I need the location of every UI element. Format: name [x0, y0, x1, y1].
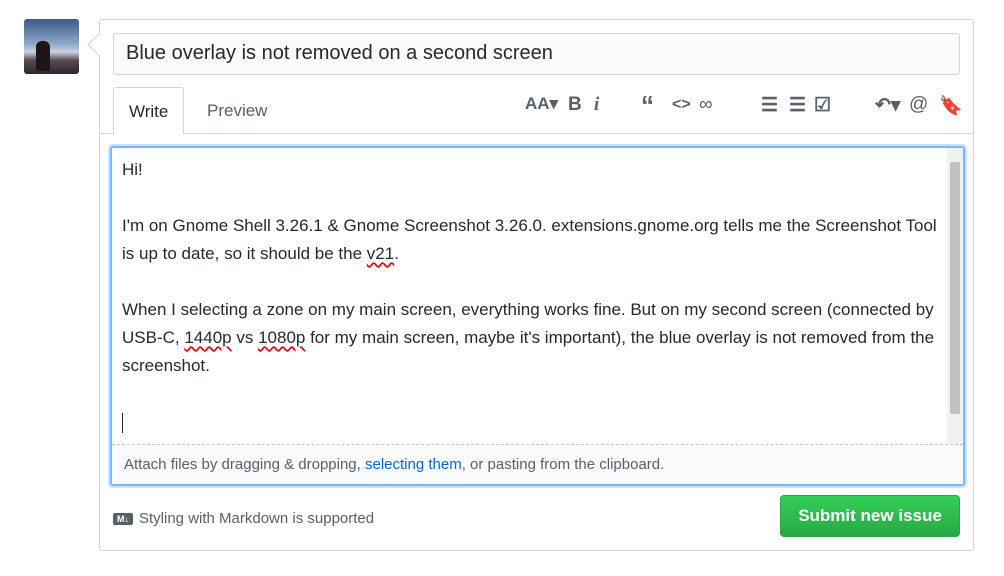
attach-text: Attach files by dragging & dropping,	[124, 456, 365, 473]
bold-icon[interactable]: B	[568, 94, 582, 116]
mention-icon[interactable]: @	[909, 94, 928, 116]
quote-icon[interactable]: “	[641, 90, 654, 121]
markdown-label: Styling with Markdown is supported	[139, 510, 375, 527]
markdown-icon: M↓	[113, 512, 133, 525]
link-icon[interactable]: ∞	[699, 94, 713, 116]
scrollbar-thumb[interactable]	[950, 162, 960, 414]
attach-text: , or pasting from the clipboard.	[461, 456, 665, 473]
body-text: 1080p	[258, 328, 306, 347]
tab-preview[interactable]: Preview	[192, 87, 282, 134]
italic-icon[interactable]: i	[594, 94, 599, 116]
body-text: vs	[231, 328, 259, 347]
body-text: 1440p	[184, 328, 232, 347]
text-size-icon[interactable]: AA▾	[525, 94, 558, 114]
new-issue-form: Blue overlay is not removed on a second …	[99, 19, 974, 551]
saved-reply-icon[interactable]: 🔖	[939, 94, 963, 118]
select-files-link[interactable]: selecting them	[365, 456, 462, 473]
markdown-hint[interactable]: M↓ Styling with Markdown is supported	[113, 510, 374, 527]
scrollbar[interactable]	[947, 148, 963, 445]
body-text: v21	[366, 244, 395, 263]
body-line: Hi!	[122, 160, 143, 179]
comment-body-textarea[interactable]: Hi! I'm on Gnome Shell 3.26.1 & Gnome Sc…	[110, 146, 965, 486]
attach-files-bar[interactable]: Attach files by dragging & dropping, sel…	[112, 444, 963, 484]
submit-new-issue-button[interactable]: Submit new issue	[780, 495, 960, 537]
tab-write[interactable]: Write	[113, 87, 185, 135]
body-text: I'm on Gnome Shell 3.26.1 & Gnome Screen…	[122, 216, 942, 263]
code-icon[interactable]: <>	[672, 96, 691, 114]
text-caret	[122, 412, 123, 433]
issue-title-input[interactable]: Blue overlay is not removed on a second …	[113, 33, 960, 75]
body-text: .	[394, 244, 399, 263]
unordered-list-icon[interactable]: ☰	[761, 94, 778, 117]
ordered-list-icon[interactable]: ☰	[789, 94, 806, 117]
task-list-icon[interactable]: ☑	[814, 94, 831, 117]
avatar[interactable]	[24, 19, 79, 74]
reply-icon[interactable]: ↶▾	[875, 94, 900, 117]
